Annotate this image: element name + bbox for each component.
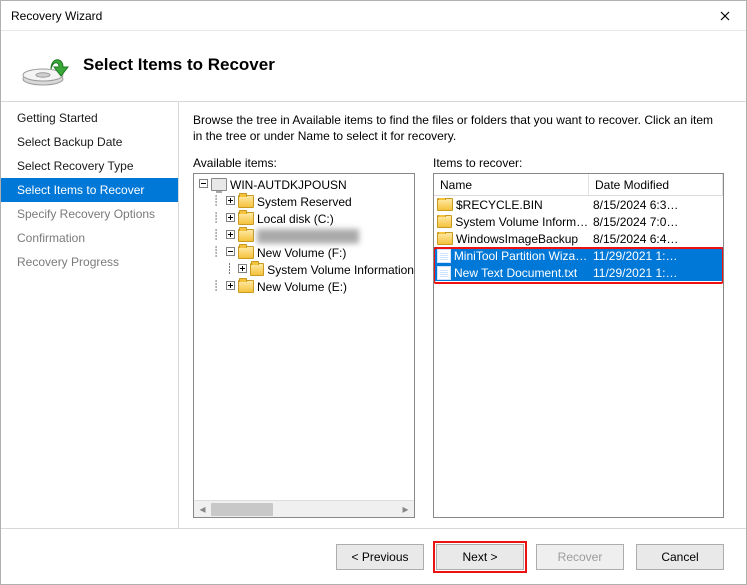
grid-header: Name Date Modified: [434, 174, 723, 196]
tree-root-label: WIN-AUTDKJPOUSN: [230, 178, 347, 192]
items-to-recover-label: Items to recover:: [433, 156, 724, 170]
expand-icon[interactable]: [226, 213, 235, 222]
scroll-right-arrow-icon[interactable]: ▸: [397, 501, 414, 518]
cancel-button[interactable]: Cancel: [636, 544, 724, 570]
folder-icon: [238, 280, 254, 293]
folder-icon: [238, 195, 254, 208]
folder-icon: [238, 246, 254, 259]
wizard-footer: < Previous Next > Recover Cancel: [1, 528, 746, 584]
tree-node-label: System Volume Information: [267, 263, 414, 277]
recover-button: Recover: [536, 544, 624, 570]
wizard-steps-sidebar: Getting Started Select Backup Date Selec…: [1, 102, 179, 528]
tree-node[interactable]: ┊ System Reserved: [194, 193, 414, 210]
list-item[interactable]: MiniTool Partition Wizar… 11/29/2021 1:…: [434, 247, 723, 264]
tree-node-label: New Volume (F:): [257, 246, 346, 260]
close-button[interactable]: [704, 1, 746, 31]
folder-icon: [437, 198, 453, 211]
tree-node-label-redacted: ████████████: [257, 229, 359, 243]
tree-node[interactable]: ┊ Local disk (C:): [194, 210, 414, 227]
folder-icon: [437, 232, 453, 245]
step-specify-recovery-options: Specify Recovery Options: [1, 202, 178, 226]
step-select-items-to-recover[interactable]: Select Items to Recover: [1, 178, 178, 202]
column-header-name[interactable]: Name: [434, 174, 589, 195]
wizard-main: Browse the tree in Available items to fi…: [179, 102, 746, 528]
window-title: Recovery Wizard: [11, 9, 704, 23]
titlebar: Recovery Wizard: [1, 1, 746, 31]
list-item[interactable]: $RECYCLE.BIN 8/15/2024 6:3…: [434, 196, 723, 213]
expand-icon[interactable]: [226, 281, 235, 290]
close-icon: [720, 11, 730, 21]
column-header-date[interactable]: Date Modified: [589, 174, 723, 195]
tree-node-label: Local disk (C:): [257, 212, 334, 226]
folder-icon: [250, 263, 265, 276]
folder-icon: [437, 215, 452, 228]
step-select-recovery-type[interactable]: Select Recovery Type: [1, 154, 178, 178]
next-button[interactable]: Next >: [436, 544, 524, 570]
list-item[interactable]: WindowsImageBackup 8/15/2024 6:4…: [434, 230, 723, 247]
scroll-thumb[interactable]: [211, 503, 273, 516]
available-items-tree[interactable]: WIN-AUTDKJPOUSN ┊ System Reserved ┊ Loca…: [193, 173, 415, 518]
expand-icon[interactable]: [238, 264, 247, 273]
tree-node-label: New Volume (E:): [257, 280, 347, 294]
tree-node[interactable]: ┊ System Volume Information: [194, 261, 414, 278]
collapse-icon[interactable]: [199, 179, 208, 188]
tree-node[interactable]: ┊ New Volume (F:): [194, 244, 414, 261]
tree-node-label: System Reserved: [257, 195, 352, 209]
step-recovery-progress: Recovery Progress: [1, 250, 178, 274]
file-icon: [437, 266, 451, 280]
collapse-icon[interactable]: [226, 247, 235, 256]
file-icon: [437, 249, 451, 263]
instruction-text: Browse the tree in Available items to fi…: [193, 112, 724, 144]
expand-icon[interactable]: [226, 230, 235, 239]
folder-icon: [238, 212, 254, 225]
recovery-wizard-window: Recovery Wizard Select Items to Recover …: [0, 0, 747, 585]
step-getting-started[interactable]: Getting Started: [1, 106, 178, 130]
tree-node[interactable]: ┊ New Volume (E:): [194, 278, 414, 295]
tree-node[interactable]: ┊ ████████████: [194, 227, 414, 244]
computer-icon: [211, 178, 227, 191]
wizard-header: Select Items to Recover: [1, 31, 746, 101]
horizontal-scrollbar[interactable]: ◂ ▸: [194, 500, 414, 517]
folder-icon: [238, 229, 254, 242]
list-item[interactable]: New Text Document.txt 11/29/2021 1:…: [434, 264, 723, 281]
list-item[interactable]: System Volume Informa… 8/15/2024 7:0…: [434, 213, 723, 230]
scroll-left-arrow-icon[interactable]: ◂: [194, 501, 211, 518]
expand-icon[interactable]: [226, 196, 235, 205]
available-items-label: Available items:: [193, 156, 415, 170]
tree-root[interactable]: WIN-AUTDKJPOUSN: [194, 176, 414, 193]
items-to-recover-list[interactable]: Name Date Modified $RECYCLE.BIN 8/15/202…: [433, 173, 724, 518]
step-confirmation: Confirmation: [1, 226, 178, 250]
previous-button[interactable]: < Previous: [336, 544, 424, 570]
page-title: Select Items to Recover: [83, 55, 275, 75]
step-select-backup-date[interactable]: Select Backup Date: [1, 130, 178, 154]
recovery-icon: [21, 43, 73, 87]
